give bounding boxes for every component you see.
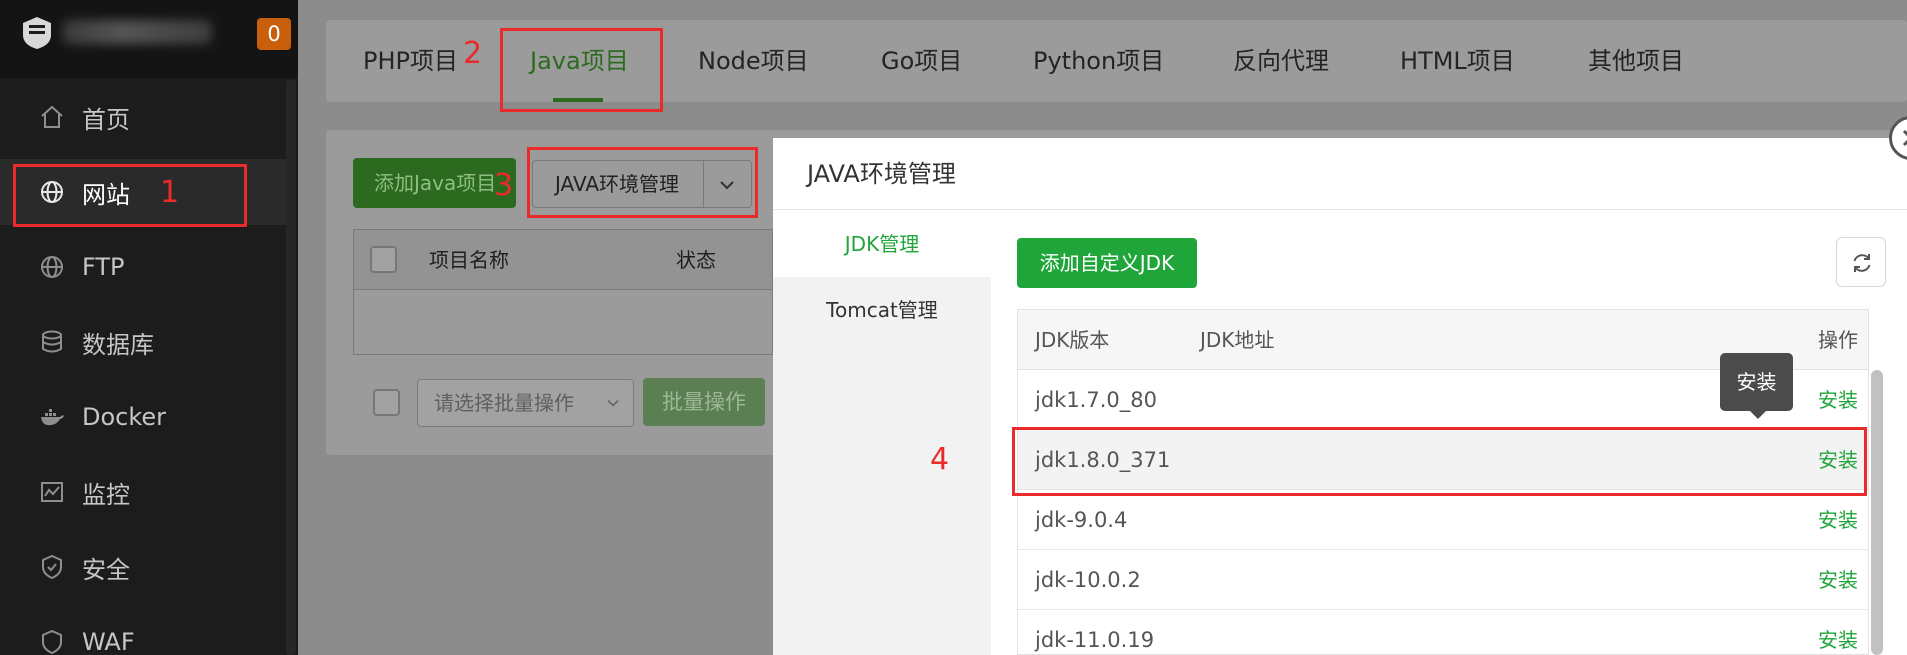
- jdk-table-scrollbar[interactable]: [1871, 370, 1883, 655]
- tab-php[interactable]: PHP项目: [363, 20, 458, 102]
- side-item-jdk[interactable]: JDK管理: [773, 211, 991, 277]
- sidebar: 0 首页 网站 FTP 数据库 Docker 监控 安全 WAF: [0, 0, 298, 655]
- sidebar-item-label: WAF: [82, 628, 135, 655]
- install-link[interactable]: 安装: [1818, 370, 1858, 430]
- sidebar-item-waf[interactable]: WAF: [0, 609, 286, 655]
- sidebar-scrollbar[interactable]: [286, 80, 296, 655]
- tab-reverse-proxy[interactable]: 反向代理: [1233, 20, 1329, 102]
- table-row: jdk-9.0.4 安装: [1018, 490, 1868, 550]
- add-custom-jdk-button[interactable]: 添加自定义JDK: [1017, 238, 1197, 288]
- sidebar-item-security[interactable]: 安全: [0, 534, 286, 600]
- modal-side-nav: JDK管理 Tomcat管理: [773, 211, 991, 655]
- close-icon: [1902, 129, 1907, 147]
- annotation-box-1: [13, 164, 247, 227]
- bulk-action-select[interactable]: 请选择批量操作: [417, 379, 634, 427]
- column-action: 操作: [1818, 328, 1858, 352]
- bulk-action-placeholder: 请选择批量操作: [434, 391, 574, 415]
- sidebar-item-label: Docker: [82, 403, 167, 431]
- modal-close-button[interactable]: [1889, 116, 1907, 160]
- sidebar-item-label: 监控: [82, 480, 130, 509]
- refresh-button[interactable]: [1836, 237, 1886, 287]
- sidebar-item-label: FTP: [82, 253, 125, 281]
- jdk-version: jdk-11.0.19: [1035, 628, 1155, 652]
- annotation-number-3: 3: [494, 168, 514, 203]
- annotation-number-2: 2: [463, 36, 483, 71]
- waf-shield-icon: [42, 629, 62, 655]
- brand-header: 0: [0, 0, 298, 78]
- jdk-version: jdk-9.0.4: [1035, 508, 1128, 532]
- sidebar-item-home[interactable]: 首页: [0, 84, 286, 150]
- notification-badge[interactable]: 0: [257, 18, 291, 50]
- annotation-box-2: [500, 28, 663, 112]
- annotation-box-3: [527, 147, 758, 218]
- annotation-number-1: 1: [160, 175, 180, 210]
- column-status: 状态: [676, 248, 716, 272]
- tab-other[interactable]: 其他项目: [1588, 20, 1684, 102]
- install-tooltip: 安装: [1720, 353, 1793, 411]
- tooltip-arrow: [1749, 410, 1767, 419]
- tab-go[interactable]: Go项目: [881, 20, 962, 102]
- column-jdk-version: JDK版本: [1035, 328, 1110, 352]
- sidebar-item-ftp[interactable]: FTP: [0, 234, 286, 300]
- add-java-project-button[interactable]: 添加Java项目: [353, 158, 516, 208]
- modal-header: JAVA环境管理: [773, 138, 1907, 210]
- database-icon: [42, 330, 62, 353]
- select-all-checkbox[interactable]: [370, 246, 397, 273]
- monitor-icon: [41, 482, 63, 502]
- side-item-tomcat[interactable]: Tomcat管理: [773, 277, 991, 343]
- brand-name-blurred: [62, 20, 212, 44]
- logo-icon: [23, 17, 51, 49]
- annotation-number-4: 4: [930, 442, 950, 477]
- tab-python[interactable]: Python项目: [1033, 20, 1164, 102]
- project-table-header: 项目名称 状态: [354, 230, 772, 290]
- docker-icon: [41, 409, 64, 426]
- sidebar-item-database[interactable]: 数据库: [0, 309, 286, 375]
- sidebar-item-label: 安全: [82, 555, 130, 584]
- table-row: jdk-11.0.19 安装: [1018, 610, 1868, 654]
- table-row: jdk-10.0.2 安装: [1018, 550, 1868, 610]
- jdk-version: jdk-10.0.2: [1035, 568, 1141, 592]
- globe-icon: [41, 256, 63, 278]
- annotation-box-4: [1012, 427, 1867, 496]
- column-project-name: 项目名称: [429, 248, 509, 272]
- refresh-icon: [1853, 254, 1871, 272]
- install-link[interactable]: 安装: [1818, 610, 1858, 654]
- home-icon: [41, 105, 63, 128]
- install-link[interactable]: 安装: [1818, 550, 1858, 610]
- sidebar-item-docker[interactable]: Docker: [0, 384, 286, 450]
- bulk-select-checkbox[interactable]: [373, 389, 400, 416]
- shield-icon: [42, 554, 62, 580]
- sidebar-item-label: 数据库: [82, 330, 154, 359]
- sidebar-item-label: 首页: [82, 105, 130, 134]
- bulk-action-button[interactable]: 批量操作: [643, 378, 765, 426]
- modal-title: JAVA环境管理: [807, 160, 956, 188]
- tab-html[interactable]: HTML项目: [1400, 20, 1515, 102]
- column-jdk-path: JDK地址: [1200, 328, 1275, 352]
- sidebar-item-monitor[interactable]: 监控: [0, 459, 286, 525]
- install-link[interactable]: 安装: [1818, 490, 1858, 550]
- jdk-version: jdk1.7.0_80: [1035, 388, 1157, 412]
- chevron-down-icon: [607, 399, 619, 407]
- tab-node[interactable]: Node项目: [698, 20, 809, 102]
- project-table: 项目名称 状态: [353, 229, 773, 355]
